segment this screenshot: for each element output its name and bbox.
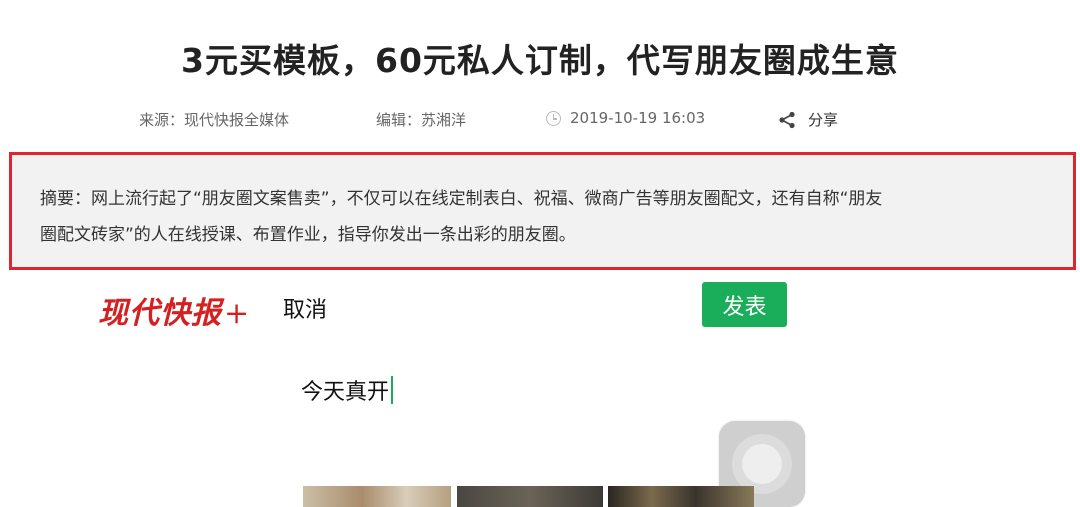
- article-source: 来源：现代快报全媒体: [139, 111, 290, 129]
- summary-line-1: 摘要：网上流行起了“朋友圈文案售卖”，不仅可以在线定制表白、祝福、微商广告等朋友…: [40, 189, 883, 209]
- share-icon: [778, 111, 796, 129]
- article-summary-box: 摘要：网上流行起了“朋友圈文案售卖”，不仅可以在线定制表白、祝福、微商广告等朋友…: [9, 152, 1076, 270]
- logo-plus: +: [224, 296, 251, 331]
- embedded-phone-screenshot: 现代快报+ 取消 发表 今天真开: [0, 270, 1080, 507]
- logo-text: 现代快报: [98, 296, 222, 331]
- photo-thumbnail-3[interactable]: [608, 486, 754, 507]
- share-label: 分享: [808, 111, 839, 129]
- photo-thumbnail-2[interactable]: [457, 486, 603, 507]
- share-button[interactable]: 分享: [778, 109, 838, 130]
- compose-text-value: 今天真开: [301, 380, 390, 405]
- assistive-touch-ring-inner: [742, 444, 782, 484]
- article-title: 3元买模板，60元私人订制，代写朋友圈成生意: [181, 41, 899, 80]
- article-editor: 编辑：苏湘洋: [376, 111, 467, 129]
- modern-express-logo: 现代快报+: [98, 288, 250, 332]
- publish-button[interactable]: 发表: [702, 282, 787, 327]
- compose-input[interactable]: 今天真开: [301, 374, 394, 406]
- cancel-button[interactable]: 取消: [283, 292, 327, 324]
- summary-line-2: 圈配文砖家”的人在线授课、布置作业，指导你发出一条出彩的朋友圈。: [40, 225, 576, 245]
- datetime-text: 2019-10-19 16:03: [570, 109, 706, 127]
- text-cursor: [391, 376, 394, 404]
- article-datetime: 2019-10-19 16:03: [546, 109, 705, 127]
- article-meta: 来源：现代快报全媒体 编辑：苏湘洋 2019-10-19 16:03 分享: [0, 106, 1080, 132]
- clock-icon: [546, 110, 561, 126]
- photo-thumbnail-1[interactable]: [303, 486, 451, 507]
- summary-text: 摘要：网上流行起了“朋友圈文案售卖”，不仅可以在线定制表白、祝福、微商广告等朋友…: [40, 181, 1040, 253]
